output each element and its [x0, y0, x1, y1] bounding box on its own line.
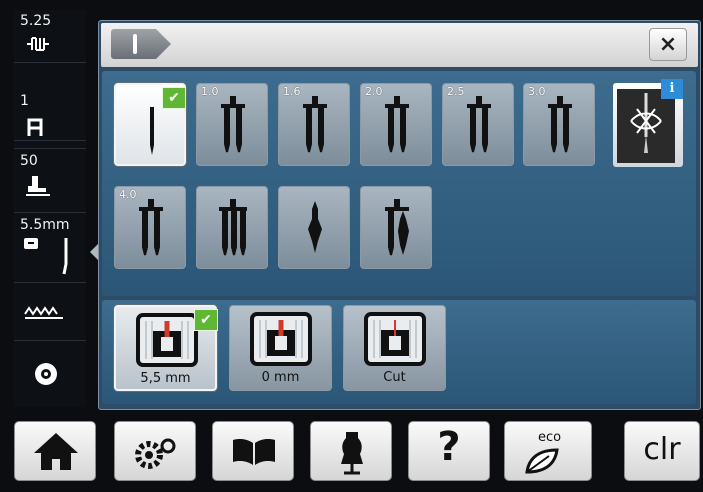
feed-dog-button[interactable]	[14, 288, 86, 341]
clear-button[interactable]: clr	[624, 421, 700, 481]
bobbin-button[interactable]	[14, 342, 86, 406]
stitch-plate-label: 0 mm	[261, 370, 300, 385]
needle-double-wing-icon	[385, 199, 409, 256]
needle-size-label: 2.0	[365, 85, 383, 98]
clear-label: clr	[643, 432, 681, 467]
home-icon	[34, 433, 78, 470]
needle-tile[interactable]	[278, 186, 350, 269]
needle-threading-info-button[interactable]: i	[613, 79, 683, 167]
book-icon	[233, 439, 275, 465]
selected-check-icon: ✔	[162, 87, 186, 109]
needle-size-label: 2.5	[447, 85, 465, 98]
presser-pressure-value: 50	[20, 153, 38, 169]
needle-selection-panel: × ✔ 1.0 1.6 2.0 2.5 3.0 4.0 i 5,5 mm ✔ 0 mm Cut	[98, 20, 701, 410]
needle-tab[interactable]	[111, 29, 171, 59]
needle-tile[interactable]: 2.0	[360, 83, 432, 166]
stitch-width-icon	[24, 34, 52, 54]
needle-indicator-icon	[22, 236, 78, 276]
needle-tile[interactable]	[196, 186, 268, 269]
panel-header: ×	[101, 23, 698, 67]
tutorial-button[interactable]	[212, 421, 294, 481]
presser-pressure-button[interactable]: 50	[14, 150, 86, 213]
needle-tile[interactable]: 1.0	[196, 83, 268, 166]
needle-grid: ✔ 1.0 1.6 2.0 2.5 3.0 4.0 i	[102, 71, 696, 296]
needle-tile[interactable]: ✔	[114, 83, 186, 166]
feed-dog-icon	[24, 302, 64, 322]
presser-foot-icon	[24, 174, 52, 198]
stitch-plate-row: 5,5 mm ✔ 0 mm Cut	[102, 300, 696, 404]
needle-position-value: 5.5mm	[20, 217, 70, 233]
stitch-width-button[interactable]: 5.25	[14, 10, 86, 63]
settings-icon	[135, 438, 176, 469]
needle-size-label: 1.0	[201, 85, 219, 98]
stitch-plate-tile[interactable]: Cut	[343, 305, 446, 391]
needle-position-button[interactable]: 5.5mm	[14, 214, 86, 283]
stitch-length-icon	[24, 116, 48, 138]
needle-threading-image	[617, 89, 675, 163]
stitch-plate-label: Cut	[383, 370, 406, 385]
stitch-length-value: 1	[20, 93, 29, 109]
needle-wing-icon	[308, 201, 322, 253]
stitch-length-cell[interactable]: 1	[14, 90, 86, 149]
home-button[interactable]	[14, 421, 96, 481]
needle-icon	[130, 34, 140, 59]
needle-size-label: 4.0	[119, 188, 137, 201]
stitch-plate-tile[interactable]: 5,5 mm ✔	[114, 305, 218, 391]
needle-tile[interactable]: 1.6	[278, 83, 350, 166]
stitch-plate-label: 5,5 mm	[140, 371, 191, 386]
close-button[interactable]: ×	[649, 28, 687, 61]
selected-check-icon: ✔	[194, 309, 218, 331]
dress-form-icon	[341, 432, 363, 475]
info-badge: i	[661, 79, 683, 99]
needle-triple-icon	[219, 199, 247, 256]
close-icon: ×	[658, 32, 678, 57]
needle-size-label: 3.0	[528, 85, 546, 98]
needle-tile[interactable]: 4.0	[114, 186, 186, 269]
help-icon: ?	[437, 424, 461, 470]
eco-button[interactable]: eco	[504, 421, 592, 481]
sewing-machine-screen: 5.25 1 50 5.5mm × ✔ 1.0 1.6 2.0 2.5 3.0 …	[0, 0, 703, 492]
needle-tile[interactable]: 3.0	[523, 83, 595, 166]
settings-button[interactable]	[114, 421, 196, 481]
creative-consultant-button[interactable]	[310, 421, 392, 481]
stitch-width-value: 5.25	[20, 13, 52, 29]
needle-tile[interactable]: 2.5	[442, 83, 514, 166]
status-column: 5.25 1 50 5.5mm	[14, 10, 86, 407]
stitch-plate-tile[interactable]: 0 mm	[229, 305, 332, 391]
eco-label: eco	[538, 430, 562, 445]
bobbin-icon	[32, 360, 60, 388]
needle-tile[interactable]	[360, 186, 432, 269]
help-button[interactable]: ?	[408, 421, 490, 481]
needle-size-label: 1.6	[283, 85, 301, 98]
